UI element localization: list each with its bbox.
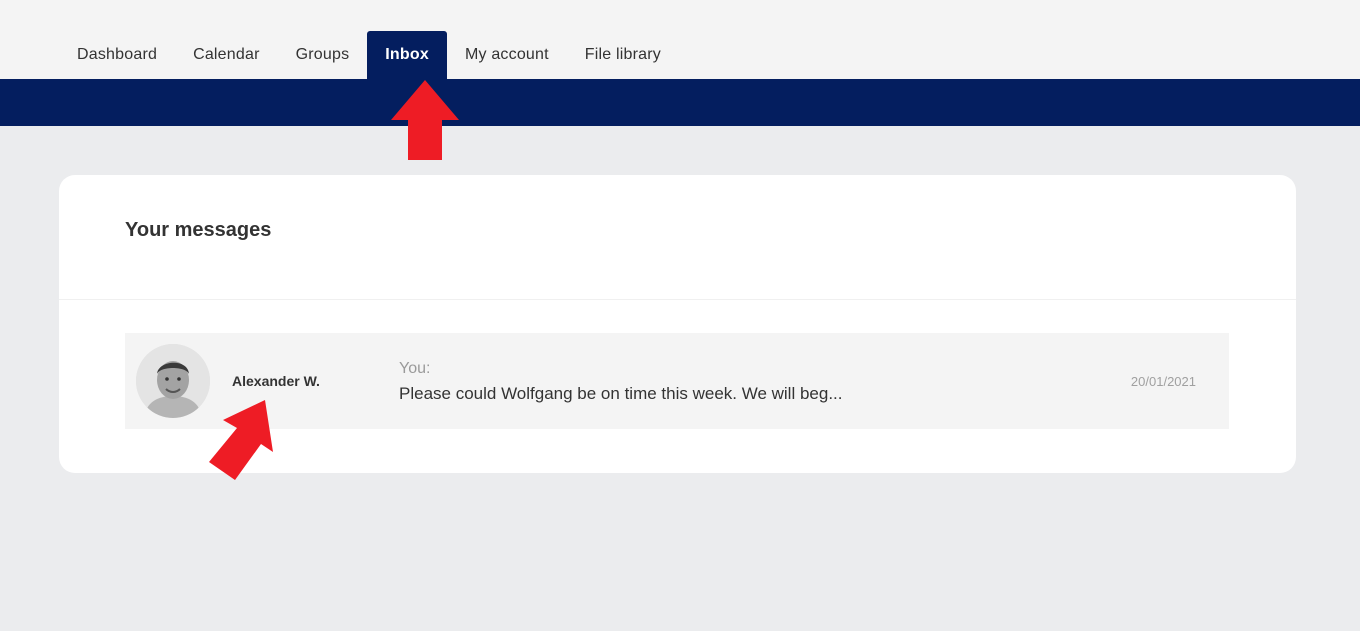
message-row[interactable]: Alexander W. You: Please could Wolfgang … xyxy=(125,333,1229,429)
header-band xyxy=(0,79,1360,126)
sender-name: Alexander W. xyxy=(232,373,320,389)
page-title: Your messages xyxy=(125,219,272,241)
nav-tabs: Dashboard Calendar Groups Inbox My accou… xyxy=(59,31,679,79)
tab-dashboard[interactable]: Dashboard xyxy=(59,31,175,79)
diagonal-arrow-icon xyxy=(209,400,273,480)
person-avatar-icon xyxy=(136,344,210,418)
tab-inbox[interactable]: Inbox xyxy=(367,31,447,79)
tab-groups[interactable]: Groups xyxy=(278,31,368,79)
divider xyxy=(59,299,1296,300)
avatar xyxy=(136,344,210,418)
top-navigation: Dashboard Calendar Groups Inbox My accou… xyxy=(0,0,1360,79)
tab-my-account[interactable]: My account xyxy=(447,31,567,79)
tab-calendar[interactable]: Calendar xyxy=(175,31,278,79)
message-date: 20/01/2021 xyxy=(1130,374,1196,389)
from-label: You: xyxy=(399,360,431,377)
tab-file-library[interactable]: File library xyxy=(567,31,679,79)
up-arrow-icon xyxy=(391,80,459,160)
message-preview: Please could Wolfgang be on time this we… xyxy=(399,384,843,403)
